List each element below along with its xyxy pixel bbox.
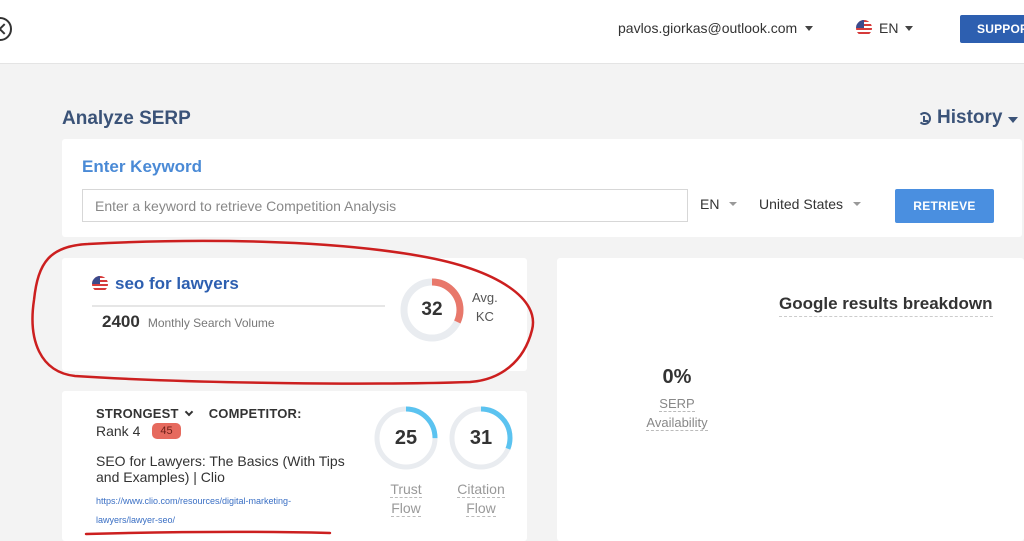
strongest-competitor-card: STRONGEST COMPETITOR: Rank 4 45 SEO for …	[62, 391, 527, 541]
caret-down-icon	[1008, 117, 1019, 123]
keyword-language-select[interactable]: EN	[700, 196, 738, 212]
competitor-url-link[interactable]: https://www.clio.com/resources/digital-m…	[96, 492, 346, 530]
trust-flow-label: Trust Flow	[374, 480, 438, 518]
us-flag-icon	[856, 20, 872, 36]
serp-availability-value: 0%	[662, 366, 692, 388]
serp-label-line1: SERP	[659, 396, 695, 412]
strongest-dropdown[interactable]: STRONGEST	[96, 406, 179, 421]
caret-down-icon	[905, 25, 914, 31]
serp-label-line2: Availability	[646, 415, 708, 431]
citation-flow-label: Citation Flow	[449, 480, 513, 518]
top-bar: pavlos.giorkas@outlook.com EN SUPPORT	[0, 0, 1024, 64]
page-title: Analyze SERP	[62, 108, 191, 129]
competitor-rank-label: Rank 4	[96, 423, 141, 439]
keyword-country-value: United States	[759, 196, 844, 212]
history-dropdown[interactable]: History	[918, 107, 1019, 129]
citation-flow-label-line1: Citation	[457, 481, 505, 498]
history-icon	[918, 111, 931, 125]
user-email-label: pavlos.giorkas@outlook.com	[618, 20, 798, 36]
rank-badge: 45	[152, 423, 181, 439]
trust-flow-label-line2: Flow	[391, 500, 421, 517]
citation-flow-label-line2: Flow	[466, 500, 496, 517]
search-volume-value: 2400	[102, 312, 140, 331]
us-flag-icon	[92, 276, 108, 292]
trust-flow-value: 25	[394, 426, 418, 449]
keyword-country-select[interactable]: United States	[759, 196, 862, 212]
kc-label: Avg. KC	[472, 288, 498, 326]
trust-flow-gauge: 25	[373, 405, 439, 471]
retrieve-button[interactable]: RETRIEVE	[895, 189, 994, 223]
trust-flow-label-line1: Trust	[390, 481, 422, 498]
competitor-title: SEO for Lawyers: The Basics (With Tips a…	[96, 453, 345, 485]
chevron-down-icon[interactable]	[184, 407, 193, 417]
competitor-rank: Rank 4 45	[96, 423, 181, 439]
competitor-label: COMPETITOR:	[208, 406, 302, 421]
user-menu[interactable]: pavlos.giorkas@outlook.com	[618, 20, 814, 36]
citation-flow-value: 31	[469, 426, 493, 449]
keyword-heading: Enter Keyword	[82, 157, 202, 176]
language-selector[interactable]: EN	[856, 20, 914, 36]
keyword-summary-card: seo for lawyers 2400 Monthly Search Volu…	[62, 258, 527, 371]
results-breakdown-card: Google results breakdown 0% SERP Availab…	[557, 258, 1024, 541]
kc-label-line1: Avg.	[472, 290, 498, 305]
competitor-heading: STRONGEST COMPETITOR:	[96, 406, 302, 421]
caret-down-icon	[853, 202, 862, 206]
caret-down-icon	[805, 25, 814, 31]
keyword-name[interactable]: seo for lawyers	[92, 274, 239, 294]
caret-down-icon	[729, 202, 738, 206]
keyword-name-text: seo for lawyers	[115, 274, 239, 293]
back-arrow-icon[interactable]	[0, 17, 12, 41]
support-button[interactable]: SUPPORT	[960, 15, 1024, 43]
kc-label-line2: KC	[475, 309, 494, 324]
language-label: EN	[879, 20, 899, 36]
breakdown-title: Google results breakdown	[779, 294, 993, 317]
divider	[92, 305, 385, 307]
kc-gauge: 32	[399, 277, 465, 343]
search-volume: 2400 Monthly Search Volume	[102, 312, 275, 332]
serp-availability-label: SERP Availability	[627, 394, 727, 432]
kc-value: 32	[421, 299, 443, 320]
citation-flow-gauge: 31	[448, 405, 514, 471]
keyword-input[interactable]	[82, 189, 688, 222]
keyword-card: Enter Keyword EN United States RETRIEVE	[62, 139, 1022, 237]
keyword-language-value: EN	[700, 196, 720, 212]
history-label: History	[937, 107, 1003, 128]
search-volume-label: Monthly Search Volume	[147, 316, 275, 330]
